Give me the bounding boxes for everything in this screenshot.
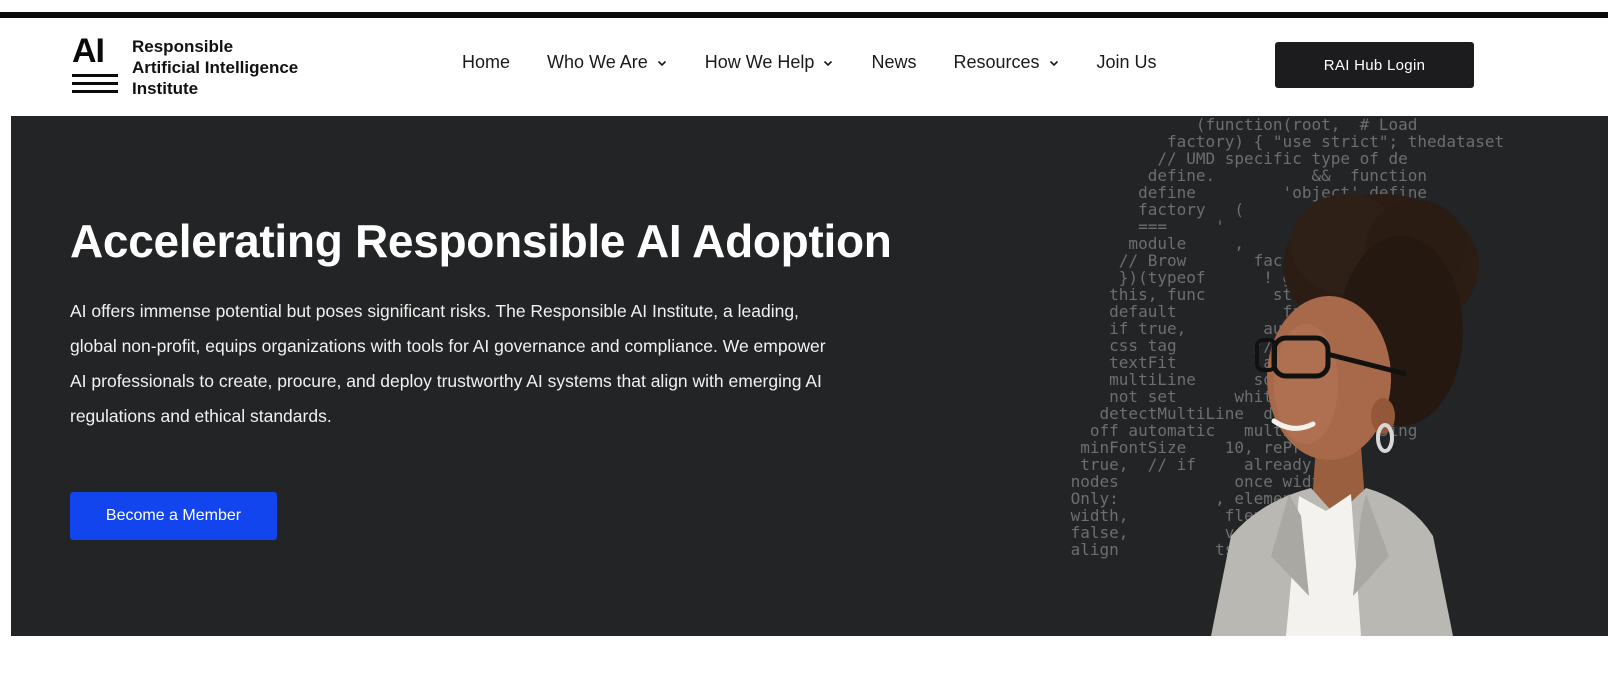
site-header: AI Responsible Artificial Intelligence I… <box>0 18 1608 116</box>
nav-home-label: Home <box>462 52 511 72</box>
nav-resources-label: Resources <box>953 52 1040 72</box>
nav-news-label: News <box>871 52 917 72</box>
logo-mark-text: AI <box>72 32 105 70</box>
nav-join-us-label: Join Us <box>1096 52 1157 72</box>
main-nav: Home Who We Are How We Help News Resourc… <box>462 52 1194 73</box>
woman-portrait-illustration <box>1211 194 1479 636</box>
logo-bar <box>72 90 118 93</box>
nav-how-we-help-label: How We Help <box>704 52 815 72</box>
nav-join-us[interactable]: Join Us <box>1097 52 1157 73</box>
logo-line-2: Artificial Intelligence <box>132 58 299 77</box>
hero-description: AI offers immense potential but poses si… <box>70 301 826 426</box>
chevron-down-icon <box>822 57 834 69</box>
nav-who-we-are[interactable]: Who We Are <box>547 52 668 73</box>
logo-wordmark: Responsible Artificial Intelligence Inst… <box>132 36 298 99</box>
site-logo[interactable]: AI Responsible Artificial Intelligence I… <box>72 32 298 99</box>
nav-home[interactable]: Home <box>462 52 510 73</box>
chevron-down-icon <box>656 57 668 69</box>
hero-section: Accelerating Responsible AI Adoption AI … <box>11 116 1608 636</box>
become-member-button[interactable]: Become a Member <box>70 492 277 540</box>
logo-line-3: Institute <box>132 79 199 98</box>
logo-bar <box>72 82 118 85</box>
nav-resources[interactable]: Resources <box>953 52 1059 73</box>
logo-line-1: Responsible <box>132 37 234 56</box>
logo-mark: AI <box>72 32 118 98</box>
logo-bar <box>72 74 118 77</box>
chevron-down-icon <box>1048 57 1060 69</box>
nav-who-we-are-label: Who We Are <box>547 52 648 72</box>
hero-title: Accelerating Responsible AI Adoption <box>70 215 892 267</box>
rai-hub-login-button[interactable]: RAI Hub Login <box>1275 42 1474 88</box>
below-fold-area <box>0 636 1608 692</box>
nav-how-we-help[interactable]: How We Help <box>705 52 835 73</box>
hero-image: (function(root, # Load factory) { "use s… <box>1061 116 1608 636</box>
nav-news[interactable]: News <box>871 52 916 73</box>
